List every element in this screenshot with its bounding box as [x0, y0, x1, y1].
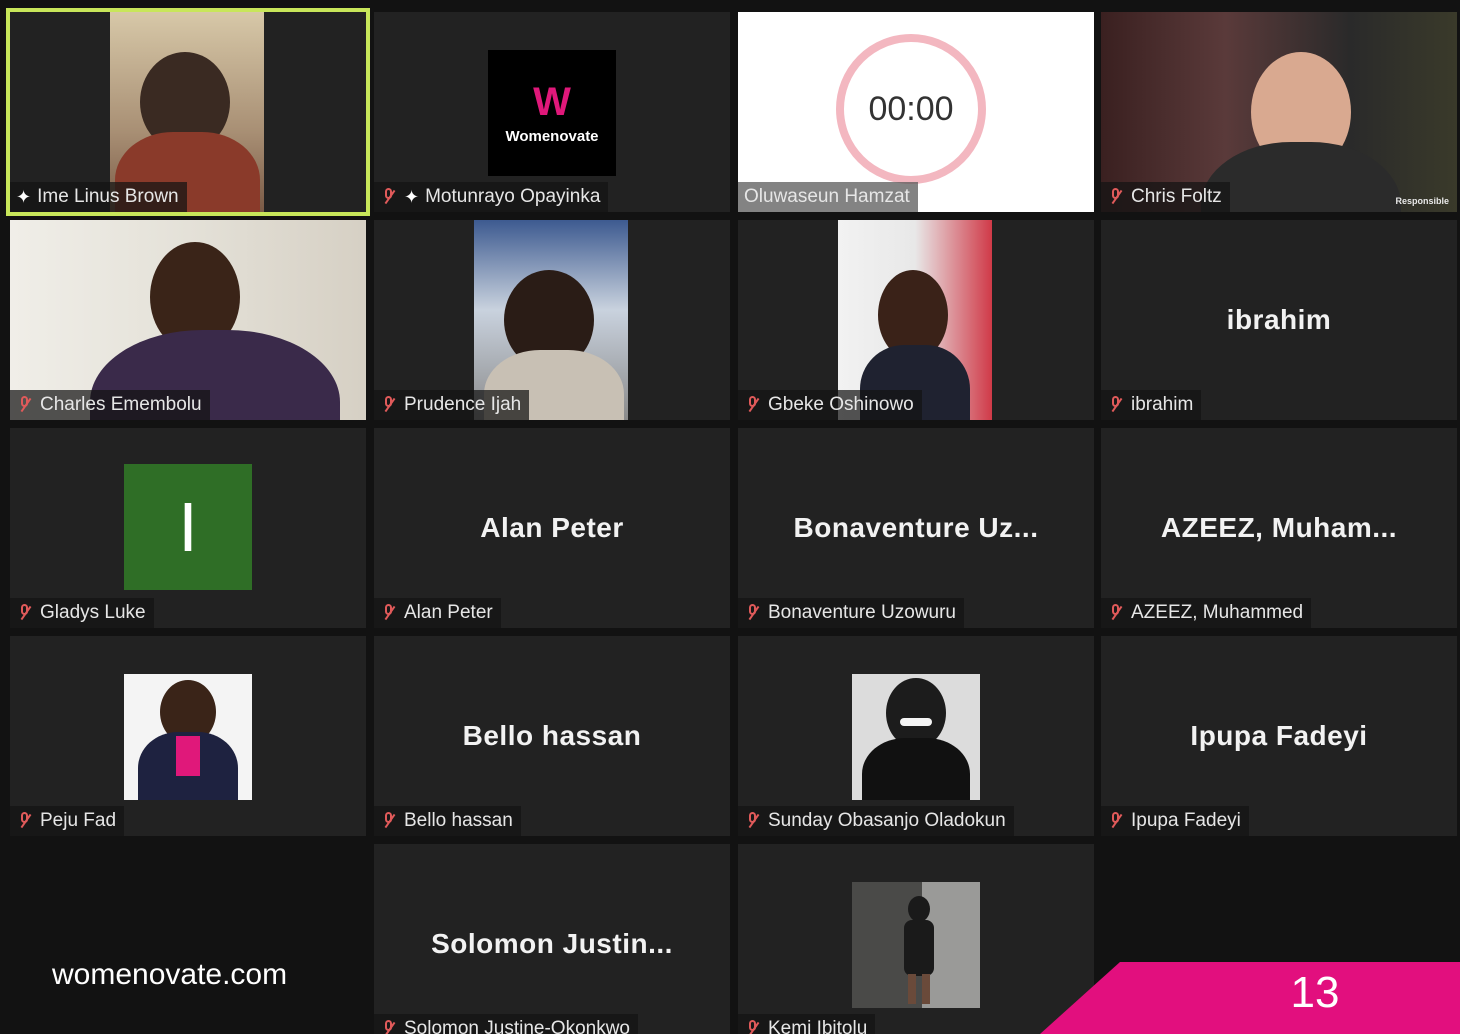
participant-tile[interactable]: Ipupa Fadeyi Ipupa Fadeyi — [1101, 636, 1457, 836]
participant-display-name: Alan Peter — [480, 512, 624, 543]
muted-mic-icon — [1107, 603, 1125, 623]
participant-name-label: ibrahim — [1101, 390, 1202, 420]
participant-tile[interactable]: Bonaventure Uz... Bonaventure Uzowuru — [738, 428, 1094, 628]
participant-name: Bello hassan — [404, 810, 513, 831]
participant-name-label: Bello hassan — [374, 806, 521, 836]
participant-name: Motunrayo Opayinka — [425, 186, 601, 207]
participant-name-label: Oluwaseun Hamzat — [738, 182, 918, 212]
participant-name: Sunday Obasanjo Oladokun — [768, 810, 1006, 831]
muted-mic-icon — [380, 603, 398, 623]
participant-name-label: Alan Peter — [374, 598, 501, 628]
muted-mic-icon — [1107, 395, 1125, 415]
participant-tile[interactable]: I Gladys Luke — [10, 428, 366, 628]
participant-display-name: Ipupa Fadeyi — [1190, 720, 1368, 751]
muted-mic-icon — [16, 395, 34, 415]
participant-name-label: Gbeke Oshinowo — [738, 390, 922, 420]
participant-tile[interactable]: Gbeke Oshinowo — [738, 220, 1094, 420]
participant-name: Kemi Ibitolu — [768, 1018, 868, 1034]
participant-display-name: Bonaventure Uz... — [793, 512, 1039, 543]
muted-mic-icon — [744, 1019, 762, 1034]
participant-name: Bonaventure Uzowuru — [768, 602, 956, 623]
muted-mic-icon — [1107, 811, 1125, 831]
muted-mic-icon — [380, 395, 398, 415]
participant-photo — [852, 882, 980, 1008]
participant-name-label: Chris Foltz — [1101, 182, 1230, 212]
participant-tile[interactable]: Bello hassan Bello hassan — [374, 636, 730, 836]
participant-name-label: ✦ Ime Linus Brown — [10, 182, 187, 212]
participant-tile[interactable]: ibrahim ibrahim — [1101, 220, 1457, 420]
participant-name-label: ✦ Motunrayo Opayinka — [374, 182, 609, 212]
participant-name-label: Kemi Ibitolu — [738, 1014, 876, 1034]
muted-mic-icon — [744, 811, 762, 831]
participant-name-label: Solomon Justine-Okonkwo — [374, 1014, 638, 1034]
muted-mic-icon — [380, 187, 398, 207]
participant-name: Alan Peter — [404, 602, 493, 623]
participant-tile[interactable]: Kemi Ibitolu — [738, 844, 1094, 1034]
participant-name: Gladys Luke — [40, 602, 146, 623]
participant-display-name: ibrahim — [1226, 304, 1332, 335]
participant-name: Prudence Ijah — [404, 394, 522, 415]
participant-display-name: AZEEZ, Muham... — [1160, 512, 1398, 543]
participant-name: Ime Linus Brown — [37, 186, 179, 207]
logo-text: Womenovate — [505, 127, 599, 145]
participant-name: Solomon Justine-Okonkwo — [404, 1018, 630, 1034]
participant-tile[interactable]: 00:00 Oluwaseun Hamzat — [738, 12, 1094, 212]
muted-mic-icon — [380, 811, 398, 831]
participant-name: Gbeke Oshinowo — [768, 394, 914, 415]
participant-name-label: Peju Fad — [10, 806, 125, 836]
participant-name: Chris Foltz — [1131, 186, 1222, 207]
participant-tile[interactable]: AZEEZ, Muham... AZEEZ, Muhammed — [1101, 428, 1457, 628]
participant-tile[interactable]: Prudence Ijah — [374, 220, 730, 420]
muted-mic-icon — [380, 1019, 398, 1034]
background-text: Responsible — [1395, 196, 1449, 206]
participant-tile[interactable]: Sunday Obasanjo Oladokun — [738, 636, 1094, 836]
footer-url[interactable]: womenovate.com — [52, 958, 287, 992]
participant-tile[interactable]: W Womenovate ✦ Motunrayo Opayinka — [374, 12, 730, 212]
pin-icon: ✦ — [16, 187, 32, 207]
participant-name-label: Charles Emembolu — [10, 390, 210, 420]
muted-mic-icon — [16, 603, 34, 623]
participant-name: Ipupa Fadeyi — [1131, 810, 1241, 831]
participant-tile[interactable]: Peju Fad — [10, 636, 366, 836]
participant-name-label: Sunday Obasanjo Oladokun — [738, 806, 1014, 836]
participant-tile[interactable]: Charles Emembolu — [10, 220, 366, 420]
participant-tile[interactable]: Alan Peter Alan Peter — [374, 428, 730, 628]
participant-photo — [124, 674, 252, 800]
muted-mic-icon — [16, 811, 34, 831]
muted-mic-icon — [1107, 187, 1125, 207]
participant-name-label: Ipupa Fadeyi — [1101, 806, 1249, 836]
participant-name: Charles Emembolu — [40, 394, 202, 415]
participant-display-name: Bello hassan — [462, 720, 642, 751]
participant-photo — [852, 674, 980, 800]
participant-tile[interactable]: ✦ Ime Linus Brown — [6, 8, 370, 216]
participant-name: ibrahim — [1131, 394, 1194, 415]
womenovate-logo: W Womenovate — [488, 50, 616, 176]
participant-tile[interactable]: Solomon Justin... Solomon Justine-Okonkw… — [374, 844, 730, 1034]
muted-mic-icon — [744, 395, 762, 415]
participant-name: AZEEZ, Muhammed — [1131, 602, 1304, 623]
page-number: 13 — [1290, 968, 1340, 1017]
muted-mic-icon — [744, 603, 762, 623]
participant-avatar: I — [124, 464, 252, 590]
pin-icon: ✦ — [404, 187, 420, 207]
participant-name: Peju Fad — [40, 810, 117, 831]
timer-display: 00:00 — [868, 89, 954, 128]
participant-name-label: Gladys Luke — [10, 598, 154, 628]
participant-name-label: Prudence Ijah — [374, 390, 530, 420]
participant-name: Oluwaseun Hamzat — [744, 186, 910, 207]
video-grid: ✦ Ime Linus Brown W Womenovate ✦ Motunra… — [0, 0, 1460, 1034]
participant-name-label: Bonaventure Uzowuru — [738, 598, 964, 628]
logo-mark-icon: W — [533, 79, 571, 124]
participant-tile[interactable]: Responsible Chris Foltz — [1101, 12, 1457, 212]
participant-name-label: AZEEZ, Muhammed — [1101, 598, 1312, 628]
participant-display-name: Solomon Justin... — [431, 928, 673, 959]
